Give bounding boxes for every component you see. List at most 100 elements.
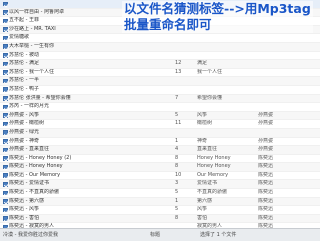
row-checkbox[interactable] — [3, 96, 8, 101]
row-track: 8 — [175, 154, 179, 161]
list-item[interactable]: 苏慧伦 - 被动 — [0, 52, 320, 61]
row-album: 神奇 — [197, 137, 208, 144]
list-item[interactable]: 苏慧伦 - 鸭子 — [0, 86, 320, 95]
row-title: 孙燕姿 - 风筝 — [9, 111, 39, 118]
row-track: 4 — [175, 146, 179, 153]
row-checkbox[interactable] — [3, 78, 8, 84]
row-title: 爱情糖歌 — [9, 34, 30, 41]
list-item[interactable]: 孙燕姿 - 风筝 5 风筝 孙燕姿 — [0, 111, 320, 121]
list-item[interactable]: 陈奕迅 - 不直真的骄傲 5 不直真的骄傲 陈奕迅 — [0, 189, 320, 198]
row-title: 陈奕迅 - Honey Honey (2) — [9, 154, 72, 161]
row-checkbox[interactable] — [3, 139, 8, 144]
row-album: Our Memory — [197, 171, 229, 178]
row-checkbox[interactable] — [3, 53, 8, 58]
row-track: 7 — [175, 94, 179, 101]
list-item[interactable]: 陈奕迅 - Honey Honey (2) 8 Honey Honey 陈奕迅 — [0, 155, 320, 164]
row-album: 风筝 — [197, 206, 208, 213]
row-title: 陈奕迅 - 害怕 — [9, 214, 39, 221]
row-track: 12 — [175, 60, 182, 67]
row-checkbox[interactable] — [3, 147, 8, 153]
row-checkbox[interactable] — [3, 130, 8, 135]
row-checkbox[interactable] — [3, 190, 8, 196]
row-artist: 陈奕迅 — [258, 189, 274, 196]
row-album: 不直真的骄傲 — [197, 189, 228, 196]
list-item[interactable]: 大木举槌 - 一生有你 — [0, 42, 320, 52]
row-album: 希望你会懂 — [197, 94, 223, 101]
list-item[interactable]: 陈奕迅 - Our Memory 10 Our Memory 陈奕迅 — [0, 172, 320, 181]
row-title: 陈奕迅 - 爱情证书 — [9, 180, 49, 187]
list-item[interactable]: 陈奕迅 - 第六感 1 第六感 陈奕迅 — [0, 197, 320, 207]
list-item[interactable]: 苏慧伦 张洪量 - 希望你会懂 7 希望你会懂 — [0, 94, 320, 104]
status-current-track: 冷漠 - 我爱你胜过你爱我 — [3, 232, 58, 238]
row-checkbox[interactable] — [3, 44, 8, 50]
annotation-line-1: 以文件名猜测标签-->用Mp3tag — [124, 1, 311, 16]
row-checkbox[interactable] — [3, 61, 8, 67]
row-artist: 孙燕姿 — [258, 111, 274, 118]
row-checkbox[interactable] — [3, 35, 8, 41]
row-checkbox[interactable] — [3, 1, 8, 7]
row-track: 10 — [175, 171, 182, 178]
list-item[interactable]: 孙燕姿 - 直来直往 4 直来直往 孙燕姿 — [0, 146, 320, 155]
list-item[interactable]: 苏慧伦 - 满足 12 满足 — [0, 60, 320, 69]
row-title: 苏芮 - 一样的月光 — [9, 103, 49, 110]
row-album: 第六感 — [197, 197, 213, 204]
list-item[interactable]: 苏芮 - 一样的月光 — [0, 103, 320, 112]
row-checkbox[interactable] — [3, 87, 8, 93]
file-list: 以风一样自由 - 阿鲁阿卓 五不起 - 王菲 沙在路上 - MR. TAXI 爱情糖歌… — [0, 0, 320, 233]
row-title: 苏慧伦 - 鸭子 — [9, 85, 39, 92]
status-field-label: 标题 — [150, 232, 161, 238]
row-checkbox[interactable] — [3, 216, 8, 221]
list-item[interactable]: 陈奕迅 - 风筝 5 风筝 陈奕迅 — [0, 206, 320, 215]
status-selection: 选择了 1 个文件 — [200, 232, 237, 238]
row-album: 橄榄树 — [197, 120, 213, 127]
row-title: 陈奕迅 - 不直真的骄傲 — [9, 189, 59, 196]
row-artist: 陈奕迅 — [258, 214, 274, 221]
row-track: 11 — [175, 120, 182, 127]
row-title: 孙燕姿 - 绿光 — [9, 128, 39, 135]
row-title: 孙燕姿 - 橄榄树 — [9, 120, 44, 127]
row-checkbox[interactable] — [3, 156, 8, 161]
row-album: 直来直往 — [197, 146, 218, 153]
row-checkbox[interactable] — [3, 104, 8, 110]
row-track: 13 — [175, 68, 182, 75]
row-artist: 陈奕迅 — [258, 206, 274, 213]
row-checkbox[interactable] — [3, 173, 8, 178]
list-item[interactable]: 陈奕迅 - 害怕 8 害怕 陈奕迅 — [0, 214, 320, 224]
list-item[interactable]: 苏慧伦 - 一半 — [0, 77, 320, 86]
row-artist: 陈奕迅 — [258, 171, 274, 178]
row-track: 5 — [175, 206, 179, 213]
list-item[interactable]: 爱情糖歌 — [0, 34, 320, 43]
row-checkbox[interactable] — [3, 121, 8, 127]
row-artist: 陈奕迅 — [258, 163, 274, 170]
list-item[interactable]: 孙燕姿 - 橄榄树 11 橄榄树 孙燕姿 — [0, 120, 320, 129]
row-checkbox[interactable] — [3, 164, 8, 170]
row-checkbox[interactable] — [3, 70, 8, 75]
row-track: 8 — [175, 214, 179, 221]
row-album: Honey Honey — [197, 154, 231, 161]
list-item[interactable]: 苏慧伦 - 我一个人住 13 我一个人住 — [0, 69, 320, 78]
row-checkbox[interactable] — [3, 27, 8, 32]
row-artist: 孙燕姿 — [258, 137, 274, 144]
row-checkbox[interactable] — [3, 113, 8, 118]
row-artist: 孙燕姿 — [258, 120, 274, 127]
row-title: 苏慧伦 - 满足 — [9, 60, 39, 67]
row-artist: 陈奕迅 — [258, 180, 274, 187]
row-checkbox[interactable] — [3, 207, 8, 213]
row-album: 爱情证书 — [197, 180, 218, 187]
row-title: 沙在路上 - MR. TAXI — [9, 25, 56, 32]
row-checkbox[interactable] — [3, 181, 8, 187]
row-checkbox[interactable] — [3, 199, 8, 204]
list-item[interactable]: 陈奕迅 - Honey Honey 8 Honey Honey 陈奕迅 — [0, 163, 320, 172]
row-checkbox[interactable] — [3, 18, 8, 24]
row-title: 苏慧伦 - 我一个人住 — [9, 68, 54, 75]
row-track: 5 — [175, 189, 179, 196]
list-item[interactable]: 孙燕姿 - 绿光 — [0, 128, 320, 138]
annotation-overlay: 以文件名猜测标签-->用Mp3tag 批量重命名即可 — [122, 1, 313, 33]
list-item[interactable]: 陈奕迅 - 爱情证书 3 爱情证书 陈奕迅 — [0, 180, 320, 190]
list-item[interactable]: 孙燕姿 - 神奇 1 神奇 孙燕姿 — [0, 138, 320, 147]
row-checkbox[interactable] — [3, 10, 8, 15]
row-track: 3 — [175, 180, 179, 187]
row-title: 陈奕迅 - 风筝 — [9, 206, 39, 213]
row-track: 8 — [175, 163, 179, 170]
row-artist: 陈奕迅 — [258, 154, 274, 161]
